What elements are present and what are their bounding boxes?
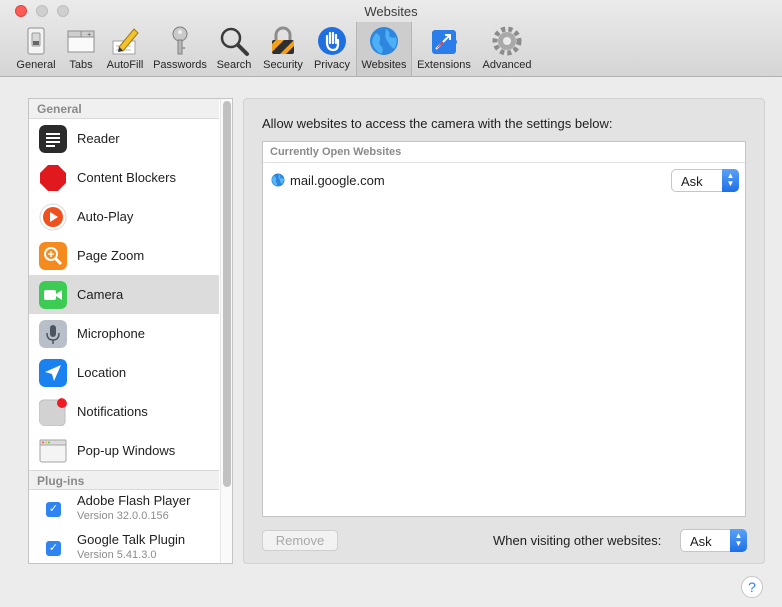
plugin-item-google-talk: ✓ Google Talk Plugin Version 5.41.3.0 bbox=[29, 529, 219, 563]
window-title: Websites bbox=[364, 4, 418, 19]
instruction-text: Allow websites to access the camera with… bbox=[262, 116, 613, 131]
stop-sign-icon bbox=[40, 165, 66, 191]
notifications-icon bbox=[39, 398, 67, 426]
sidebar-scrollbar[interactable] bbox=[220, 99, 232, 563]
remove-button[interactable]: Remove bbox=[262, 530, 338, 551]
sidebar-item-camera[interactable]: Camera bbox=[29, 275, 219, 314]
camera-settings-panel: Allow websites to access the camera with… bbox=[243, 98, 765, 564]
other-websites-value: Ask bbox=[690, 534, 712, 549]
website-setting-value: Ask bbox=[681, 174, 703, 189]
sidebar-item-notifications[interactable]: Notifications bbox=[29, 392, 219, 431]
plugin-checkbox[interactable]: ✓ bbox=[46, 541, 61, 556]
toolbar-websites[interactable]: Websites bbox=[356, 22, 412, 76]
sidebar-scroll-thumb[interactable] bbox=[223, 101, 231, 487]
website-setting-select[interactable]: Ask ▲ ▼ bbox=[671, 169, 739, 192]
toolbar-security[interactable]: Security bbox=[258, 22, 308, 76]
toolbar-general[interactable]: General bbox=[12, 22, 60, 76]
website-row[interactable]: mail.google.com Ask ▲ ▼ bbox=[263, 163, 745, 197]
camera-icon bbox=[39, 281, 67, 309]
hand-icon bbox=[318, 27, 346, 55]
key-icon bbox=[172, 26, 188, 55]
sidebar-item-auto-play[interactable]: Auto-Play bbox=[29, 197, 219, 236]
lock-icon bbox=[272, 26, 294, 54]
puzzle-icon bbox=[432, 30, 457, 54]
sidebar-group-general: General bbox=[29, 99, 219, 119]
chevron-up-down-icon: ▲ ▼ bbox=[730, 529, 747, 552]
website-name: mail.google.com bbox=[290, 173, 385, 188]
sidebar-item-label: Content Blockers bbox=[77, 170, 176, 185]
plugin-checkbox[interactable]: ✓ bbox=[46, 502, 61, 517]
plugin-name: Adobe Flash Player bbox=[77, 493, 191, 508]
plugin-name: Google Talk Plugin bbox=[77, 532, 186, 547]
help-button[interactable]: ? bbox=[741, 576, 763, 598]
chevron-up-down-icon: ▲ ▼ bbox=[722, 169, 739, 192]
sidebar-list: General Reader Content Blockers Auto-Pla… bbox=[29, 99, 219, 563]
magnifier-icon bbox=[220, 27, 249, 56]
sidebar-item-content-blockers[interactable]: Content Blockers bbox=[29, 158, 219, 197]
toolbar-search[interactable]: Search bbox=[212, 22, 256, 76]
microphone-icon bbox=[39, 320, 67, 348]
toolbar-passwords[interactable]: Passwords bbox=[150, 22, 210, 76]
sidebar-item-label: Pop-up Windows bbox=[77, 443, 176, 458]
list-header-currently-open: Currently Open Websites bbox=[263, 142, 745, 163]
sidebar-group-plugins: Plug-ins bbox=[29, 470, 219, 490]
globe-icon bbox=[370, 27, 398, 55]
sidebar-item-label: Location bbox=[77, 365, 127, 380]
toolbar-autofill[interactable]: AutoFill bbox=[102, 22, 148, 76]
sidebar-item-label: Auto-Play bbox=[77, 209, 134, 224]
other-websites-label: When visiting other websites: bbox=[493, 533, 662, 548]
sidebar-item-reader[interactable]: Reader bbox=[29, 119, 219, 158]
sidebar-item-label: Microphone bbox=[77, 326, 145, 341]
gear-icon bbox=[492, 26, 522, 56]
popup-window-icon bbox=[39, 439, 67, 463]
toolbar: Websites General + Tabs AutoFill Passwor… bbox=[0, 0, 782, 77]
location-arrow-icon bbox=[39, 359, 67, 387]
play-icon bbox=[39, 203, 67, 231]
tabs-icon: + bbox=[67, 30, 95, 53]
general-switch-icon bbox=[27, 27, 45, 55]
sidebar-item-microphone[interactable]: Microphone bbox=[29, 314, 219, 353]
zoom-icon bbox=[39, 242, 67, 270]
sidebar-item-page-zoom[interactable]: Page Zoom bbox=[29, 236, 219, 275]
sidebar-item-label: Notifications bbox=[77, 404, 148, 419]
globe-icon bbox=[271, 173, 285, 187]
toolbar-privacy[interactable]: Privacy bbox=[310, 22, 354, 76]
autofill-pencil-icon bbox=[112, 28, 139, 55]
sidebar-item-popup-windows[interactable]: Pop-up Windows bbox=[29, 431, 219, 470]
plugin-version: Version 5.41.3.0 bbox=[77, 549, 157, 561]
sidebar-item-label: Reader bbox=[77, 131, 120, 146]
svg-text:+: + bbox=[87, 32, 91, 38]
plugin-item-flash: ✓ Adobe Flash Player Version 32.0.0.156 bbox=[29, 490, 219, 529]
sidebar-item-label: Camera bbox=[77, 287, 124, 302]
toolbar-extensions[interactable]: Extensions bbox=[414, 22, 474, 76]
sidebar: General Reader Content Blockers Auto-Pla… bbox=[28, 98, 233, 564]
sidebar-item-location[interactable]: Location bbox=[29, 353, 219, 392]
toolbar-advanced[interactable]: Advanced bbox=[476, 22, 538, 76]
plugin-version: Version 32.0.0.156 bbox=[77, 510, 169, 522]
reader-icon bbox=[39, 125, 67, 153]
websites-list: Currently Open Websites mail.google.com … bbox=[262, 141, 746, 517]
other-websites-select[interactable]: Ask ▲ ▼ bbox=[680, 529, 747, 552]
sidebar-item-label: Page Zoom bbox=[77, 248, 145, 263]
toolbar-tabs[interactable]: + Tabs bbox=[62, 22, 100, 76]
